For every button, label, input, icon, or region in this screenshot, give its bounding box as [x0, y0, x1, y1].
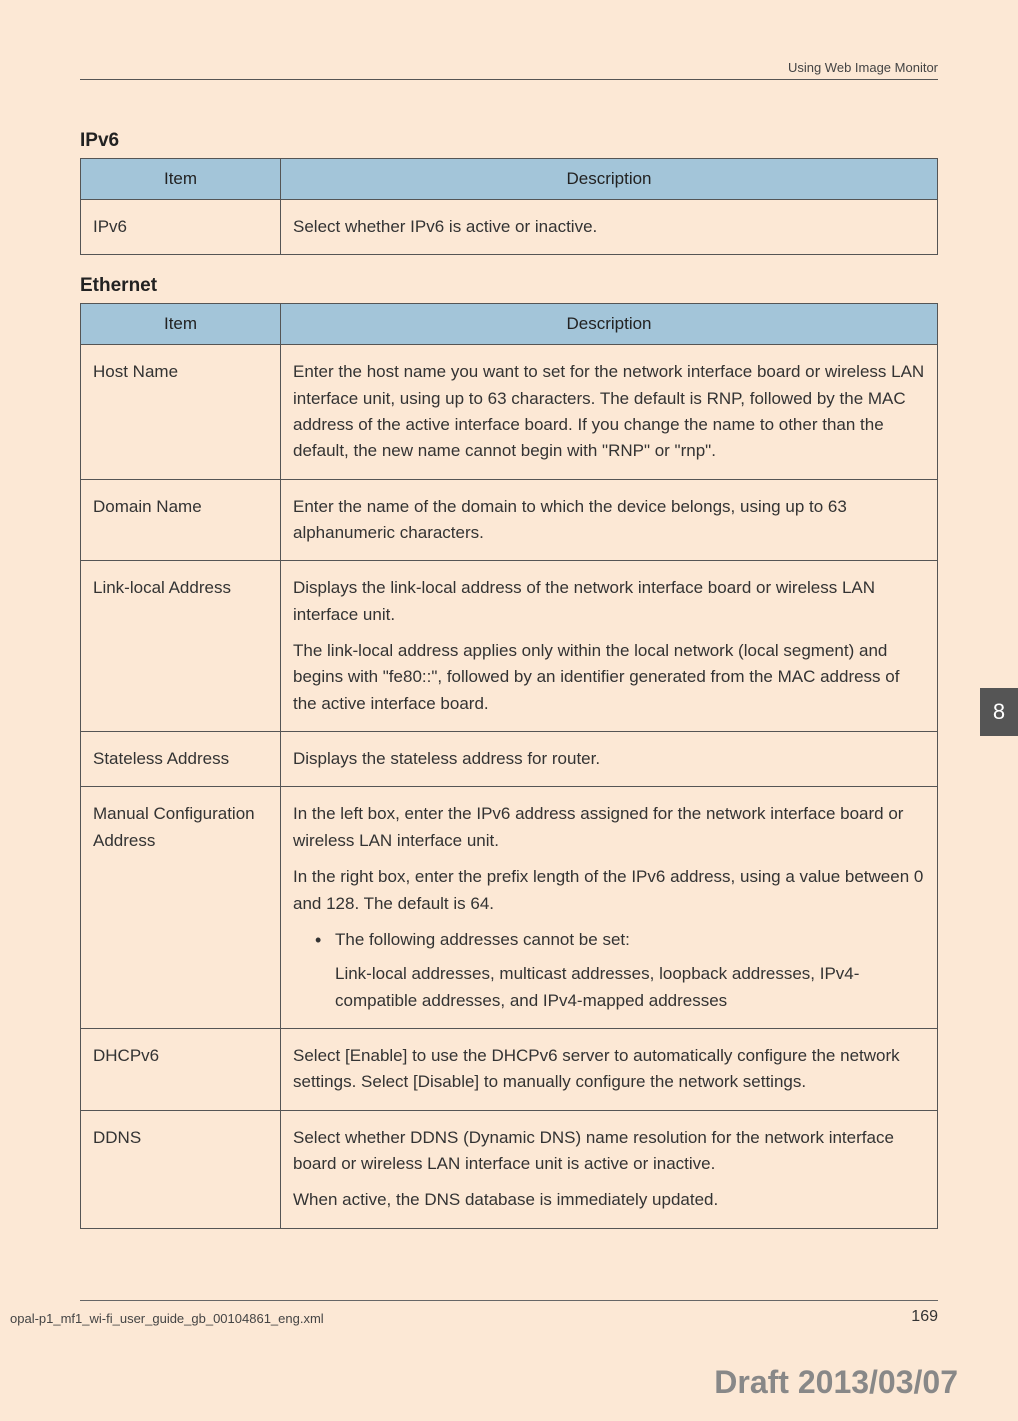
cell-item: Domain Name — [81, 479, 281, 561]
list-item: The following addresses cannot be set: — [315, 927, 925, 953]
footer-divider — [80, 1300, 938, 1301]
cell-description: In the left box, enter the IPv6 address … — [281, 787, 938, 1028]
cell-item: Host Name — [81, 345, 281, 479]
bullet-list: The following addresses cannot be set: — [293, 927, 925, 953]
sub-text: Link-local addresses, multicast addresse… — [293, 961, 925, 1014]
column-header-description: Description — [281, 159, 938, 200]
cell-description: Enter the name of the domain to which th… — [281, 479, 938, 561]
cell-item: IPv6 — [81, 200, 281, 255]
footer-filename: opal-p1_mf1_wi-fi_user_guide_gb_00104861… — [10, 1311, 324, 1326]
cell-item: Manual Configuration Address — [81, 787, 281, 1028]
table-row: Stateless Address Displays the stateless… — [81, 732, 938, 787]
column-header-item: Item — [81, 159, 281, 200]
table-row: IPv6 Select whether IPv6 is active or in… — [81, 200, 938, 255]
content-area: Using Web Image Monitor IPv6 Item Descri… — [0, 0, 1018, 1229]
ethernet-table: Item Description Host Name Enter the hos… — [80, 303, 938, 1228]
table-row: DHCPv6 Select [Enable] to use the DHCPv6… — [81, 1028, 938, 1110]
table-row: Host Name Enter the host name you want t… — [81, 345, 938, 479]
description-paragraph: When active, the DNS database is immedia… — [293, 1187, 925, 1213]
cell-description: Select whether IPv6 is active or inactiv… — [281, 200, 938, 255]
section-title-ipv6: IPv6 — [80, 130, 938, 152]
column-header-description: Description — [281, 304, 938, 345]
description-paragraph: The link-local address applies only with… — [293, 638, 925, 717]
draft-watermark: Draft 2013/03/07 — [714, 1364, 958, 1401]
table-row: Manual Configuration Address In the left… — [81, 787, 938, 1028]
footer-page-number: 169 — [911, 1308, 938, 1326]
description-paragraph: Displays the link-local address of the n… — [293, 575, 925, 628]
ipv6-table: Item Description IPv6 Select whether IPv… — [80, 158, 938, 255]
table-header-row: Item Description — [81, 159, 938, 200]
cell-description: Select [Enable] to use the DHCPv6 server… — [281, 1028, 938, 1110]
cell-description: Select whether DDNS (Dynamic DNS) name r… — [281, 1110, 938, 1228]
page-container: Using Web Image Monitor IPv6 Item Descri… — [0, 0, 1018, 1421]
cell-description: Displays the link-local address of the n… — [281, 561, 938, 732]
table-row: DDNS Select whether DDNS (Dynamic DNS) n… — [81, 1110, 938, 1228]
table-row: Link-local Address Displays the link-loc… — [81, 561, 938, 732]
description-paragraph: In the left box, enter the IPv6 address … — [293, 801, 925, 854]
header-section-title: Using Web Image Monitor — [788, 60, 938, 75]
column-header-item: Item — [81, 304, 281, 345]
description-paragraph: Select whether DDNS (Dynamic DNS) name r… — [293, 1125, 925, 1178]
cell-item: DHCPv6 — [81, 1028, 281, 1110]
cell-item: Stateless Address — [81, 732, 281, 787]
cell-item: Link-local Address — [81, 561, 281, 732]
cell-item: DDNS — [81, 1110, 281, 1228]
table-header-row: Item Description — [81, 304, 938, 345]
cell-description: Displays the stateless address for route… — [281, 732, 938, 787]
table-row: Domain Name Enter the name of the domain… — [81, 479, 938, 561]
description-paragraph: In the right box, enter the prefix lengt… — [293, 864, 925, 917]
cell-description: Enter the host name you want to set for … — [281, 345, 938, 479]
section-title-ethernet: Ethernet — [80, 275, 938, 297]
chapter-tab: 8 — [980, 688, 1018, 736]
page-header: Using Web Image Monitor — [80, 60, 938, 80]
